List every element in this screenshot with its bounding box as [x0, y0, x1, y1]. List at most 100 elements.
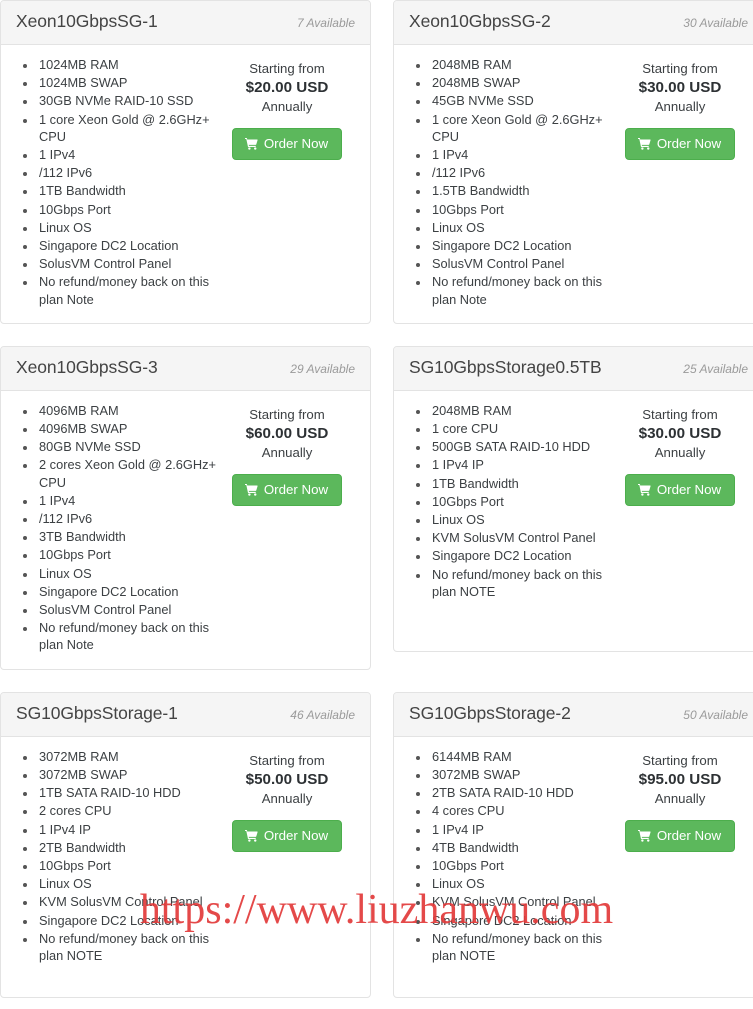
availability-badge: 50 Available: [683, 707, 748, 722]
feature-item: 1 IPv4: [37, 146, 218, 163]
plan-column: Xeon10GbpsSG-3 29 Available 4096MB RAM40…: [0, 335, 382, 681]
price-amount: $60.00 USD: [245, 424, 329, 442]
price-starting-from-label: Starting from: [642, 752, 718, 768]
order-now-button[interactable]: Order Now: [624, 128, 736, 160]
plan-card: SG10GbpsStorage0.5TB 25 Available 2048MB…: [393, 345, 753, 652]
plan-card-body: 2048MB RAM1 core CPU500GB SATA RAID-10 H…: [394, 391, 753, 651]
feature-item: /112 IPv6: [430, 164, 611, 181]
plan-card-header: Xeon10GbpsSG-1 7 Available: [1, 1, 370, 45]
feature-item: 30GB NVMe RAID-10 SSD: [37, 92, 218, 109]
plan-card-body: 1024MB RAM1024MB SWAP30GB NVMe RAID-10 S…: [1, 45, 370, 323]
feature-item: Singapore DC2 Location: [37, 912, 218, 929]
shopping-cart-icon: [637, 483, 651, 497]
feature-item: 1 IPv4 IP: [430, 456, 611, 473]
order-now-button[interactable]: Order Now: [624, 819, 736, 852]
feature-item: /112 IPv6: [37, 164, 218, 181]
plan-title: SG10GbpsStorage0.5TB: [409, 356, 602, 377]
shopping-cart-icon: [244, 483, 258, 497]
price-starting-from-label: Starting from: [249, 406, 325, 422]
feature-item: 4 cores CPU: [430, 802, 611, 819]
feature-item: 2 cores Xeon Gold @ 2.6GHz+ CPU: [37, 456, 218, 490]
feature-item: 45GB NVMe SSD: [430, 92, 611, 109]
feature-item: 1024MB RAM: [37, 56, 218, 73]
feature-item: Singapore DC2 Location: [37, 237, 218, 254]
plan-title: Xeon10GbpsSG-2: [409, 11, 551, 31]
order-now-button[interactable]: Order Now: [231, 473, 343, 506]
feature-list: 4096MB RAM4096MB SWAP80GB NVMe SSD2 core…: [15, 402, 218, 655]
plan-column: SG10GbpsStorage0.5TB 25 Available 2048MB…: [382, 335, 753, 681]
order-now-label: Order Now: [656, 136, 722, 151]
feature-item: 2048MB RAM: [430, 402, 611, 419]
feature-item: 1024MB SWAP: [37, 74, 218, 91]
feature-item: No refund/money back on this plan Note: [37, 619, 218, 653]
price-amount: $30.00 USD: [638, 424, 722, 442]
feature-item: Linux OS: [430, 219, 611, 236]
feature-item: SolusVM Control Panel: [430, 255, 611, 272]
feature-item: 6144MB RAM: [430, 748, 611, 765]
feature-item: KVM SolusVM Control Panel: [430, 529, 611, 546]
plan-card-header: Xeon10GbpsSG-2 30 Available: [394, 1, 753, 45]
feature-item: 2TB SATA RAID-10 HDD: [430, 784, 611, 801]
feature-item: Linux OS: [430, 875, 611, 892]
availability-badge: 46 Available: [290, 707, 355, 722]
feature-list: 3072MB RAM3072MB SWAP1TB SATA RAID-10 HD…: [15, 748, 218, 983]
feature-item: Linux OS: [430, 511, 611, 528]
availability-badge: 25 Available: [683, 361, 748, 376]
plan-card-body: 4096MB RAM4096MB SWAP80GB NVMe SSD2 core…: [1, 391, 370, 669]
feature-item: No refund/money back on this plan NOTE: [37, 930, 218, 964]
plan-title: SG10GbpsStorage-2: [409, 702, 571, 723]
feature-item: 1TB Bandwidth: [430, 475, 611, 492]
feature-item: KVM SolusVM Control Panel: [37, 893, 218, 910]
price-starting-from-label: Starting from: [249, 61, 325, 76]
feature-item: 1 IPv4: [37, 492, 218, 509]
order-now-button[interactable]: Order Now: [624, 473, 736, 506]
price-amount: $95.00 USD: [638, 770, 722, 788]
plan-card: SG10GbpsStorage-1 46 Available 3072MB RA…: [0, 691, 371, 998]
plan-card-body: 6144MB RAM3072MB SWAP2TB SATA RAID-10 HD…: [394, 737, 753, 997]
feature-item: Singapore DC2 Location: [430, 547, 611, 564]
price-box: Starting from $30.00 USD Annually Order …: [611, 56, 749, 309]
feature-item: 3072MB RAM: [37, 748, 218, 765]
feature-item: 10Gbps Port: [37, 857, 218, 874]
shopping-cart-icon: [637, 829, 651, 842]
order-now-button[interactable]: Order Now: [231, 819, 343, 852]
plan-column: SG10GbpsStorage-1 46 Available 3072MB RA…: [0, 681, 382, 1009]
plan-card: SG10GbpsStorage-2 50 Available 6144MB RA…: [393, 691, 753, 998]
price-box: Starting from $95.00 USD Annually Order …: [611, 748, 749, 983]
plan-column: Xeon10GbpsSG-1 7 Available 1024MB RAM102…: [0, 0, 382, 335]
feature-item: 10Gbps Port: [430, 857, 611, 874]
feature-item: 1 IPv4: [430, 146, 611, 163]
shopping-cart-icon: [637, 137, 651, 151]
order-now-label: Order Now: [263, 481, 329, 497]
feature-item: 3TB Bandwidth: [37, 528, 218, 545]
feature-item: KVM SolusVM Control Panel: [430, 893, 611, 910]
feature-item: 4TB Bandwidth: [430, 839, 611, 856]
plan-title: SG10GbpsStorage-1: [16, 702, 178, 723]
plan-card: Xeon10GbpsSG-1 7 Available 1024MB RAM102…: [0, 0, 371, 324]
feature-item: Singapore DC2 Location: [430, 912, 611, 929]
availability-badge: 30 Available: [683, 16, 748, 30]
price-box: Starting from $60.00 USD Annually Order …: [218, 402, 356, 655]
feature-item: 3072MB SWAP: [430, 766, 611, 783]
plan-card-header: SG10GbpsStorage-2 50 Available: [394, 692, 753, 737]
plan-column: Xeon10GbpsSG-2 30 Available 2048MB RAM20…: [382, 0, 753, 335]
feature-item: No refund/money back on this plan Note: [37, 273, 218, 307]
price-box: Starting from $50.00 USD Annually Order …: [218, 748, 356, 983]
availability-badge: 7 Available: [296, 16, 355, 30]
plan-title: Xeon10GbpsSG-1: [16, 11, 158, 31]
plan-title: Xeon10GbpsSG-3: [16, 356, 158, 377]
feature-item: Linux OS: [37, 875, 218, 892]
shopping-cart-icon: [244, 829, 258, 842]
feature-item: 3072MB SWAP: [37, 766, 218, 783]
feature-item: 1 IPv4 IP: [37, 821, 218, 838]
availability-badge: 29 Available: [290, 361, 355, 376]
plan-card-header: SG10GbpsStorage0.5TB 25 Available: [394, 346, 753, 391]
feature-item: SolusVM Control Panel: [37, 255, 218, 272]
feature-item: 1TB Bandwidth: [37, 182, 218, 199]
order-now-label: Order Now: [263, 827, 329, 843]
feature-item: Linux OS: [37, 565, 218, 582]
feature-list: 2048MB RAM2048MB SWAP45GB NVMe SSD 1 core…: [408, 56, 611, 309]
order-now-button[interactable]: Order Now: [231, 128, 343, 160]
order-now-label: Order Now: [656, 827, 722, 843]
feature-item: 4096MB RAM: [37, 402, 218, 419]
